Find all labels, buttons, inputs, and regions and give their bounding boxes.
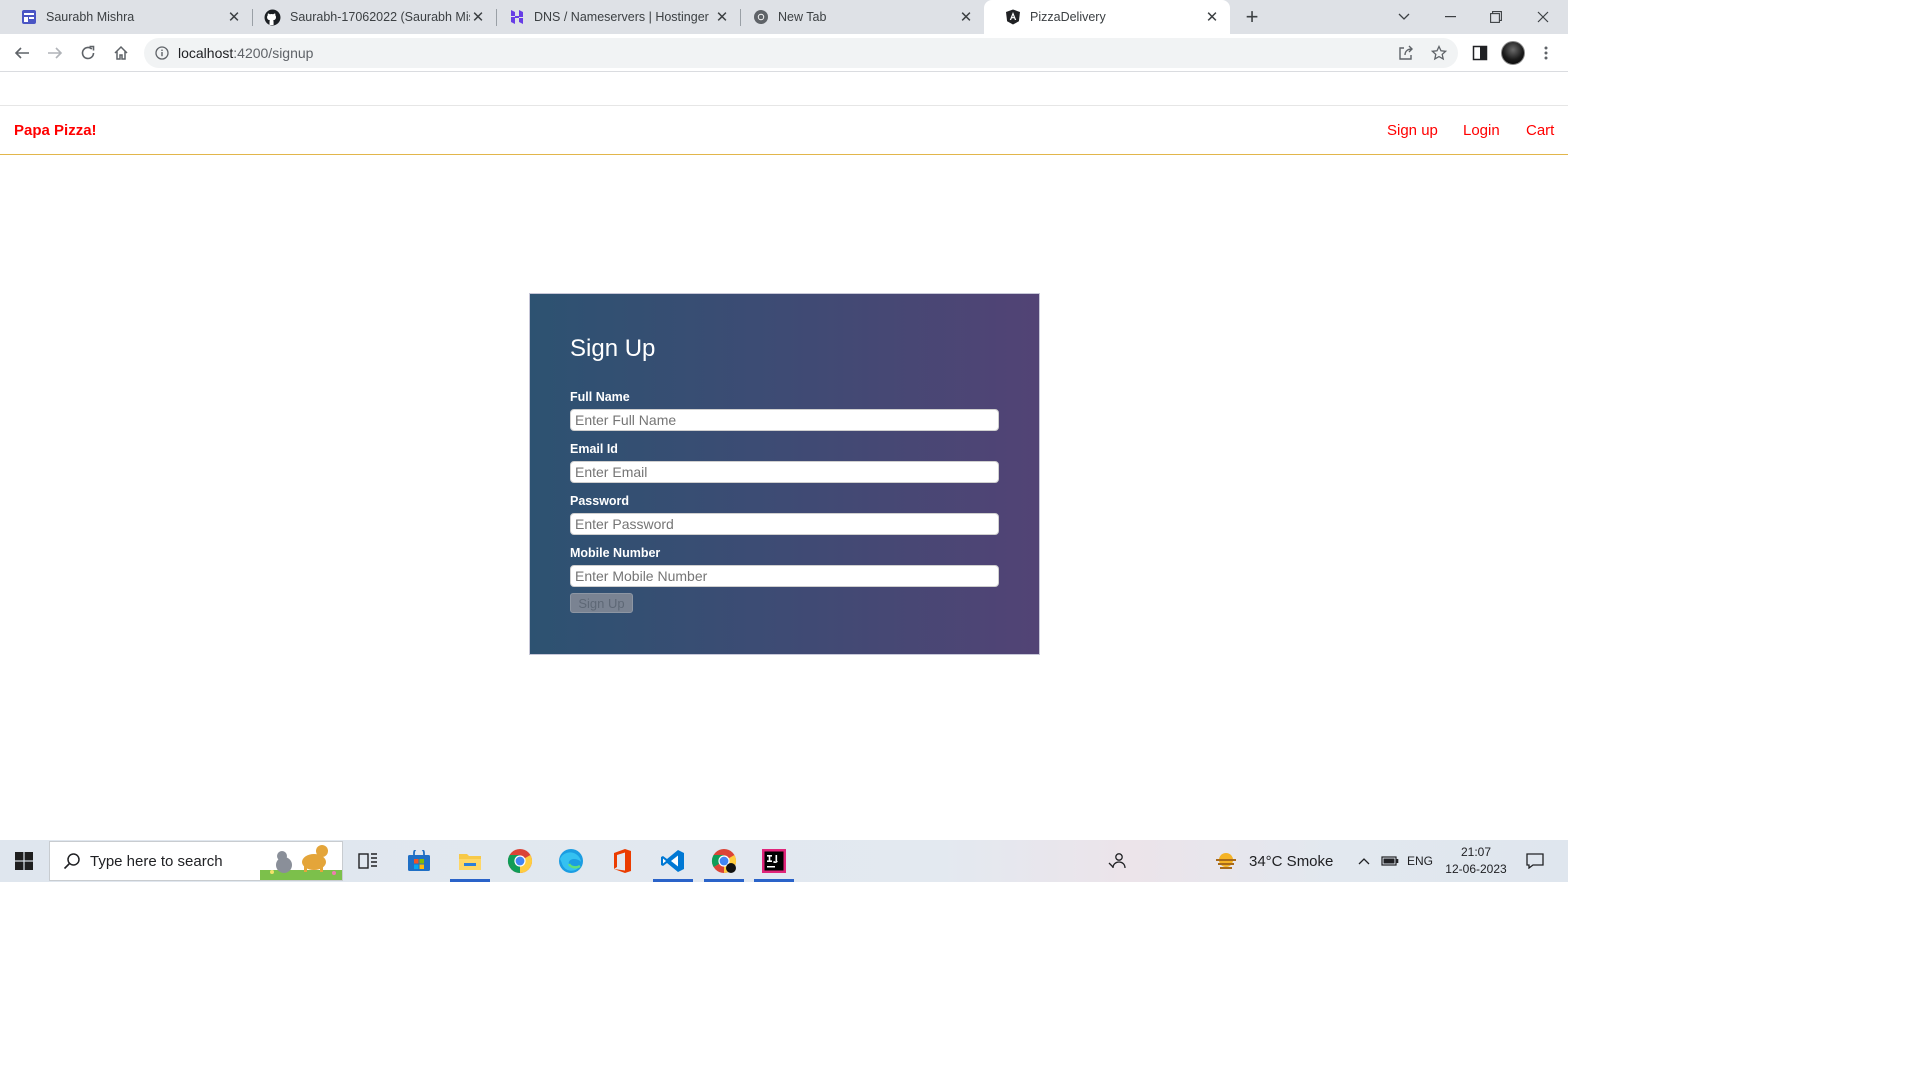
clock-time: 21:07 xyxy=(1460,845,1492,859)
email-label: Email Id xyxy=(570,442,618,456)
active-app-indicator xyxy=(754,879,794,882)
active-app-indicator xyxy=(450,879,490,882)
signup-submit-button[interactable]: Sign Up xyxy=(570,593,633,613)
password-label: Password xyxy=(570,494,630,508)
browser-tab-strip: Saurabh Mishra ✕ Saurabh-17062022 (Saura… xyxy=(0,0,1568,34)
tab-title: PizzaDelivery xyxy=(1030,10,1106,24)
windows-start-icon[interactable] xyxy=(0,840,48,882)
close-icon[interactable]: ✕ xyxy=(226,9,242,26)
close-icon[interactable]: ✕ xyxy=(714,9,730,26)
weather-widget[interactable]: 34°C Smoke xyxy=(1214,840,1344,882)
intellij-icon[interactable] xyxy=(752,840,796,882)
notification-icon[interactable] xyxy=(1520,840,1550,882)
url-text: localhost:4200/signup xyxy=(178,45,313,61)
github-icon xyxy=(264,9,281,26)
browser-menu-icon[interactable] xyxy=(1534,41,1558,65)
mobile-label: Mobile Number xyxy=(570,546,661,560)
url-host: localhost xyxy=(178,45,234,61)
active-app-indicator xyxy=(653,879,693,882)
form-title: Sign Up xyxy=(570,335,656,362)
reload-icon[interactable] xyxy=(76,41,100,65)
email-input[interactable] xyxy=(570,461,999,483)
weather-text: 34°C Smoke xyxy=(1249,852,1334,870)
url-path: :4200/signup xyxy=(233,45,314,61)
close-icon[interactable]: ✕ xyxy=(470,9,486,26)
restore-icon[interactable] xyxy=(1473,0,1519,34)
close-icon[interactable]: ✕ xyxy=(1204,9,1220,26)
chrome-taskbar-icon[interactable] xyxy=(498,840,542,882)
new-tab-icon[interactable]: + xyxy=(1240,4,1264,29)
close-icon[interactable]: ✕ xyxy=(958,9,974,26)
chrome-profile-taskbar-icon[interactable] xyxy=(702,840,746,882)
edge-icon[interactable] xyxy=(549,840,593,882)
close-window-icon[interactable] xyxy=(1520,0,1566,34)
site-info-icon[interactable] xyxy=(154,45,170,61)
browser-toolbar: localhost:4200/signup xyxy=(0,34,1568,72)
tab-title: New Tab xyxy=(778,10,827,24)
angular-icon xyxy=(1004,9,1021,26)
form-icon xyxy=(20,9,37,26)
tab-pizzadelivery[interactable]: PizzaDelivery ✕ xyxy=(984,0,1230,34)
chrome-icon xyxy=(752,9,769,26)
windows-taskbar: Type here to search 34°C Smoke ENG 21:07… xyxy=(0,840,1568,882)
file-explorer-icon[interactable] xyxy=(448,840,492,882)
taskbar-search-box[interactable]: Type here to search xyxy=(49,841,343,881)
full-name-label: Full Name xyxy=(570,390,630,404)
minimize-icon[interactable] xyxy=(1427,0,1473,34)
bookmark-star-icon[interactable] xyxy=(1427,41,1451,65)
page-content: Papa Pizza! Sign up Login Cart Sign Up F… xyxy=(0,73,1568,840)
chevron-up-icon[interactable] xyxy=(1354,840,1374,882)
task-view-icon[interactable] xyxy=(346,840,390,882)
search-highlight-art-icon xyxy=(260,842,342,880)
weather-haze-icon xyxy=(1214,850,1240,872)
share-icon[interactable] xyxy=(1394,41,1418,65)
clock-date: 12-06-2023 xyxy=(1445,862,1507,876)
tab-saurabh-mishra[interactable]: Saurabh Mishra ✕ xyxy=(0,0,252,34)
tab-github[interactable]: Saurabh-17062022 (Saurabh Mishra) ✕ xyxy=(244,0,496,34)
active-app-indicator xyxy=(704,879,744,882)
home-icon[interactable] xyxy=(109,41,133,65)
people-icon[interactable] xyxy=(1104,840,1130,882)
site-navbar: Papa Pizza! Sign up Login Cart xyxy=(0,105,1568,155)
search-icon xyxy=(62,851,82,871)
tab-title: DNS / Nameservers | Hostinger xyxy=(534,10,709,24)
tab-title: Saurabh-17062022 (Saurabh Mishra) xyxy=(290,10,470,24)
brand-logo[interactable]: Papa Pizza! xyxy=(14,122,97,139)
hostinger-icon xyxy=(508,9,525,26)
tab-title: Saurabh Mishra xyxy=(46,10,135,24)
battery-icon[interactable] xyxy=(1378,840,1402,882)
tab-hostinger[interactable]: DNS / Nameservers | Hostinger ✕ xyxy=(488,0,740,34)
mobile-input[interactable] xyxy=(570,565,999,587)
signup-card: Sign Up Full Name Email Id Password Mobi… xyxy=(529,293,1040,655)
address-bar[interactable]: localhost:4200/signup xyxy=(144,38,1458,68)
forward-icon[interactable] xyxy=(43,41,67,65)
office-icon[interactable] xyxy=(600,840,644,882)
search-placeholder: Type here to search xyxy=(90,852,223,870)
tab-search-icon[interactable] xyxy=(1381,0,1427,34)
system-clock[interactable]: 21:07 12-06-2023 xyxy=(1440,844,1512,878)
language-indicator[interactable]: ENG xyxy=(1404,840,1436,882)
profile-avatar[interactable] xyxy=(1501,41,1525,65)
nav-signup-link[interactable]: Sign up xyxy=(1387,122,1438,139)
nav-cart-link[interactable]: Cart xyxy=(1526,122,1554,139)
side-panel-icon[interactable] xyxy=(1468,41,1492,65)
nav-login-link[interactable]: Login xyxy=(1463,122,1500,139)
vscode-icon[interactable] xyxy=(651,840,695,882)
microsoft-store-icon[interactable] xyxy=(397,840,441,882)
back-icon[interactable] xyxy=(10,41,34,65)
tab-new-tab[interactable]: New Tab ✕ xyxy=(732,0,984,34)
password-input[interactable] xyxy=(570,513,999,535)
full-name-input[interactable] xyxy=(570,409,999,431)
